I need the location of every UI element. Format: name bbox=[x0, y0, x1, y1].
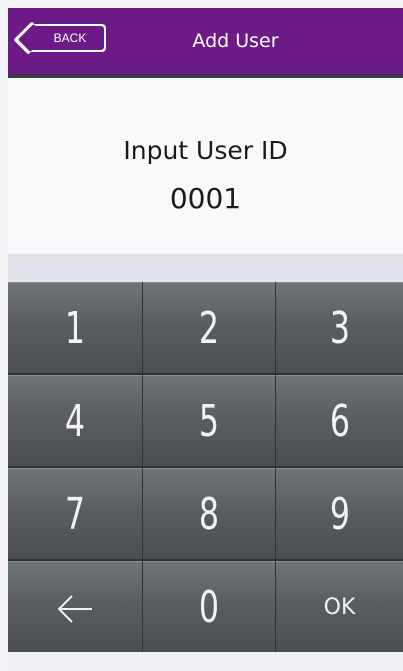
key-8[interactable]: 8 bbox=[143, 468, 275, 559]
key-2[interactable]: 2 bbox=[143, 282, 275, 373]
screen: BACK Add User Input User ID 0001 1 2 3 4 5 6 7… bbox=[8, 8, 403, 671]
key-0[interactable]: 0 bbox=[143, 561, 275, 652]
key-label: 7 bbox=[64, 489, 86, 540]
key-3[interactable]: 3 bbox=[276, 282, 403, 373]
key-label: 6 bbox=[329, 396, 350, 447]
key-7[interactable]: 7 bbox=[8, 468, 142, 559]
key-4[interactable]: 4 bbox=[8, 375, 142, 466]
key-label: 2 bbox=[198, 303, 220, 354]
user-id-value: 0001 bbox=[169, 182, 242, 215]
numeric-keypad: 1 2 3 4 5 6 7 8 9 0 OK bbox=[8, 282, 403, 652]
prompt-label: Input User ID bbox=[123, 136, 288, 165]
ok-key[interactable]: OK bbox=[276, 561, 403, 652]
key-label: 8 bbox=[198, 489, 220, 540]
key-1[interactable]: 1 bbox=[8, 282, 142, 373]
separator bbox=[8, 254, 403, 282]
key-6[interactable]: 6 bbox=[276, 375, 403, 466]
page-title: Add User bbox=[192, 30, 279, 52]
key-9[interactable]: 9 bbox=[276, 468, 403, 559]
input-prompt-area: Input User ID 0001 bbox=[8, 78, 403, 254]
key-label: 1 bbox=[64, 303, 86, 354]
back-button-label: BACK bbox=[53, 31, 87, 45]
key-label: 3 bbox=[329, 303, 350, 354]
header-bar: BACK Add User bbox=[8, 8, 403, 78]
bottom-strip bbox=[8, 652, 403, 671]
backspace-key[interactable] bbox=[8, 561, 142, 652]
key-5[interactable]: 5 bbox=[143, 375, 275, 466]
arrow-left-icon bbox=[57, 594, 92, 623]
ok-label: OK bbox=[323, 595, 356, 620]
key-label: 0 bbox=[198, 582, 220, 633]
key-label: 4 bbox=[64, 396, 86, 447]
back-button[interactable]: BACK bbox=[30, 24, 106, 52]
key-label: 5 bbox=[198, 396, 220, 447]
key-label: 9 bbox=[329, 489, 350, 540]
